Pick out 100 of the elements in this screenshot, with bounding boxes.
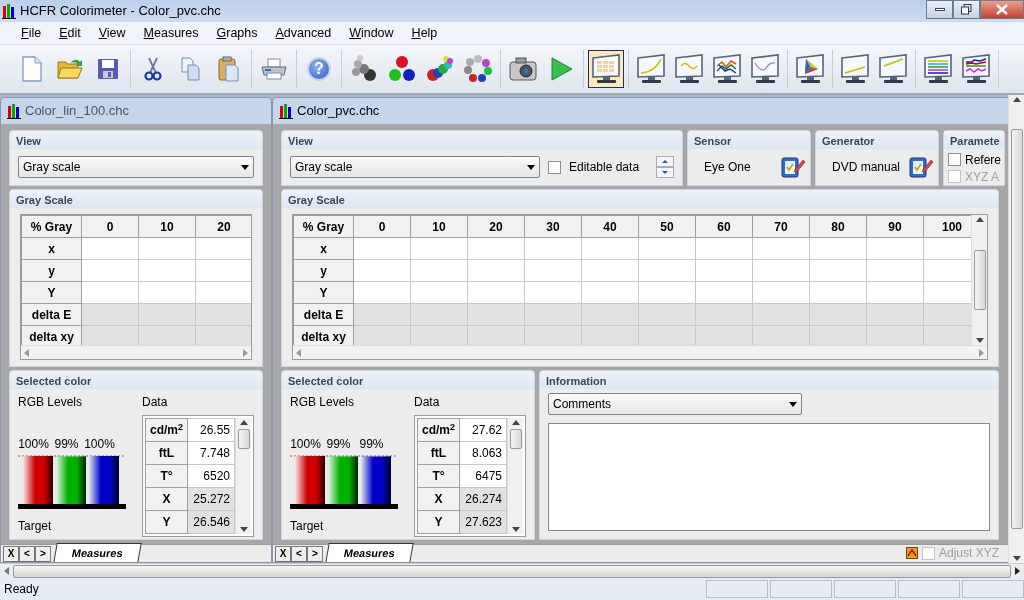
panel-title: Paramete — [944, 131, 1004, 149]
view-button[interactable] — [588, 50, 624, 88]
menu-item[interactable]: Measures — [134, 23, 208, 43]
restore-icon — [961, 4, 972, 15]
menu-item[interactable]: Graphs — [207, 23, 267, 43]
status-pane — [706, 580, 768, 598]
restore-button[interactable] — [953, 0, 980, 19]
monitor-line-icon — [877, 54, 909, 84]
minimize-button[interactable] — [926, 0, 953, 19]
panel-title: View — [10, 131, 262, 149]
monitor-curve-icon — [635, 54, 667, 84]
column-header: 70 — [752, 215, 810, 238]
monitor-lines-icon — [922, 54, 954, 84]
menu-item[interactable]: View — [89, 23, 135, 43]
tab-nav-button[interactable]: > — [35, 546, 51, 562]
status-pane — [962, 580, 1024, 598]
row-header: Y — [21, 281, 82, 304]
row-header: x — [293, 237, 354, 260]
bar-value: 99% — [325, 436, 352, 453]
vertical-scrollbar[interactable] — [971, 215, 987, 345]
tab[interactable]: Measures — [53, 542, 142, 562]
panel-title: Information — [540, 371, 998, 389]
copy-icon — [179, 56, 203, 82]
row-header: X — [145, 487, 188, 511]
chart-icon[interactable] — [905, 547, 918, 559]
scroll-thumb[interactable] — [973, 250, 986, 310]
menu-item[interactable]: File — [12, 23, 51, 43]
scroll-thumb[interactable] — [509, 429, 522, 449]
scroll-arrow-icon[interactable] — [239, 527, 248, 532]
checkbox[interactable] — [548, 160, 561, 174]
row-header: ftL — [145, 441, 188, 465]
bar-value: 100% — [18, 436, 49, 453]
window-title: HCFR Colorimeter - Color_pvc.chc — [20, 2, 221, 21]
tab[interactable]: Measures — [325, 542, 414, 562]
menu-item[interactable]: Edit — [50, 23, 90, 43]
column-header: 0 — [81, 215, 139, 238]
close-button[interactable] — [980, 0, 1024, 19]
bar-value: 100% — [290, 436, 321, 453]
panel-title: Gray Scale — [282, 190, 998, 208]
column-header: 20 — [467, 215, 525, 238]
column-header: 60 — [695, 215, 753, 238]
row-header: cd/m$^{2}$ — [417, 418, 460, 442]
row-header: x — [21, 237, 82, 260]
row-header: delta E — [21, 303, 82, 326]
spheres-icon — [388, 55, 416, 83]
view-dropdown[interactable]: Gray scale — [290, 156, 540, 178]
tab-nav-button[interactable]: > — [307, 546, 323, 562]
row-header: cd/m$^{2}$ — [145, 418, 188, 442]
scroll-arrow-icon[interactable] — [975, 217, 984, 222]
panel-title: View — [282, 131, 682, 149]
vertical-scrollbar[interactable] — [507, 418, 523, 534]
panel-title: Selected color — [10, 371, 262, 389]
vertical-scrollbar[interactable] — [235, 418, 251, 534]
scroll-arrow-icon[interactable] — [511, 420, 520, 425]
view-dropdown[interactable]: Gray scale — [18, 156, 254, 178]
edit-icon[interactable] — [908, 155, 934, 179]
horizontal-scrollbar[interactable] — [0, 563, 1024, 578]
info-dropdown[interactable]: Comments — [548, 393, 802, 415]
close-icon — [996, 4, 1008, 15]
scroll-arrow-icon[interactable] — [1012, 97, 1021, 102]
edit-icon[interactable] — [780, 155, 806, 179]
row-header: delta xy — [21, 325, 82, 345]
generator-name: DVD manual — [832, 159, 901, 176]
table-cell: 26.55 — [187, 418, 235, 442]
column-header: 10 — [138, 215, 196, 238]
vertical-scrollbar[interactable] — [1008, 95, 1024, 563]
checkbox-label: Adjust XYZ — [938, 545, 999, 562]
document-icon — [20, 55, 44, 83]
section-label: Data — [414, 394, 441, 411]
status-pane — [834, 580, 896, 598]
panel-title: Gray Scale — [10, 190, 262, 208]
printer-icon — [260, 57, 288, 81]
column-header: 50 — [638, 215, 696, 238]
row-header: ftL — [417, 441, 460, 465]
tab-nav-button[interactable]: X — [3, 546, 19, 562]
checkbox-label: XYZ A — [965, 168, 999, 186]
tab-nav-button[interactable]: X — [275, 546, 291, 562]
scroll-thumb[interactable] — [1010, 129, 1023, 529]
caret-icon — [241, 164, 249, 170]
spinner-control[interactable] — [656, 156, 674, 178]
scroll-arrow-icon[interactable] — [239, 420, 248, 425]
menu-item[interactable]: Window — [340, 23, 403, 43]
tab-nav-button[interactable]: < — [291, 546, 307, 562]
scroll-arrow-icon[interactable] — [511, 527, 520, 532]
caret-icon — [789, 401, 797, 407]
menu-item[interactable]: Advanced — [266, 23, 341, 43]
checkbox-label: Refere — [965, 151, 1002, 169]
checkbox[interactable] — [948, 153, 961, 166]
clipboard-icon — [217, 56, 241, 82]
section-label: Data — [142, 394, 169, 411]
row-header: Y — [145, 510, 188, 534]
scroll-thumb[interactable] — [237, 429, 250, 449]
menu-item[interactable]: Help — [402, 23, 447, 43]
camera-icon — [508, 56, 538, 82]
monitor-chart-icon — [749, 54, 781, 84]
comments-field[interactable] — [548, 423, 990, 531]
column-header: 0 — [353, 215, 411, 238]
tab-nav-button[interactable]: < — [19, 546, 35, 562]
row-header: delta xy — [293, 325, 354, 345]
row-header: T° — [417, 464, 460, 488]
